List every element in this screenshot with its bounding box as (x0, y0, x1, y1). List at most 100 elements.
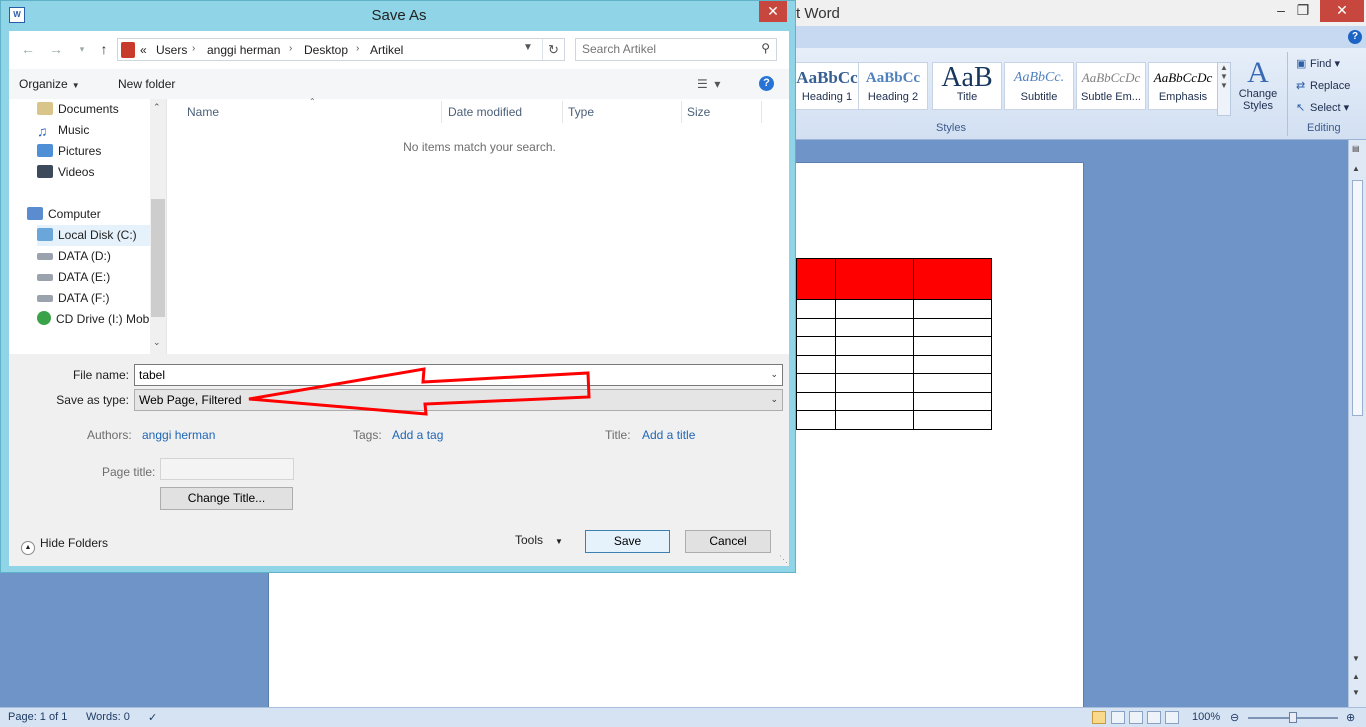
replace-button[interactable]: ⇄ Replace (1296, 79, 1350, 92)
web-layout-icon[interactable] (1129, 711, 1143, 724)
style-emphasis[interactable]: AaBbCcDc Emphasis (1148, 62, 1218, 110)
zoom-slider-thumb[interactable] (1289, 712, 1297, 723)
column-header-size[interactable]: Size (687, 105, 710, 119)
hide-folders-button[interactable]: ▲ Hide Folders (21, 536, 108, 555)
add-title-link[interactable]: Add a title (642, 428, 695, 442)
prev-page-icon[interactable]: ▲ (1352, 672, 1360, 681)
word-help-icon[interactable]: ? (1348, 30, 1362, 44)
up-arrow-icon[interactable]: ↑ (93, 40, 115, 60)
print-layout-icon[interactable] (1092, 711, 1106, 724)
word-count[interactable]: Words: 0 (86, 711, 130, 723)
save-type-select[interactable]: Web Page, Filtered ⌄ (134, 389, 783, 411)
forward-arrow-icon[interactable]: → (45, 40, 67, 60)
nav-item-cd-drive[interactable]: CD Drive (I:) Mob (37, 309, 163, 330)
nav-item-data-d[interactable]: DATA (D:) (37, 246, 163, 267)
chevron-right-icon[interactable]: › (356, 43, 359, 54)
navigation-pane: Documents ♫ Music Pictures Videos Compute… (9, 99, 166, 354)
breadcrumb-desktop[interactable]: Desktop (304, 43, 348, 57)
nav-item-music[interactable]: ♫ Music (37, 120, 163, 141)
save-button[interactable]: Save (585, 530, 670, 553)
tools-menu[interactable]: Tools ▼ (515, 533, 563, 547)
style-heading2[interactable]: AaBbCc Heading 2 (858, 62, 928, 110)
save-type-label: Save as type: (56, 393, 129, 407)
organize-menu[interactable]: Organize ▼ (19, 77, 80, 91)
column-divider[interactable] (761, 101, 762, 123)
organize-label: Organize (19, 77, 68, 91)
style-heading1[interactable]: AaBbCc Heading 1 (792, 62, 862, 110)
find-button[interactable]: ▣ Find ▾ (1296, 57, 1340, 70)
chevron-down-icon[interactable]: ▼ (523, 42, 533, 53)
zoom-out-icon[interactable]: ⊖ (1230, 711, 1239, 724)
word-close-button[interactable]: ✕ (1320, 0, 1364, 22)
nav-item-computer[interactable]: Computer (27, 204, 153, 225)
chevron-down-icon[interactable]: ⌄ (770, 369, 778, 380)
back-arrow-icon[interactable]: ← (17, 40, 39, 60)
new-folder-button[interactable]: New folder (118, 77, 175, 91)
dialog-close-button[interactable]: ✕ (759, 1, 787, 22)
draft-icon[interactable] (1165, 711, 1179, 724)
nav-item-data-e[interactable]: DATA (E:) (37, 267, 163, 288)
outline-icon[interactable] (1147, 711, 1161, 724)
search-box[interactable]: ⚲ (575, 38, 777, 61)
full-screen-reading-icon[interactable] (1111, 711, 1125, 724)
nav-item-local-disk[interactable]: Local Disk (C:) (37, 225, 163, 246)
chevron-up-icon: ▲ (21, 541, 35, 555)
help-icon[interactable]: ? (759, 76, 774, 91)
breadcrumb-users[interactable]: Users (156, 43, 187, 57)
style-subtitle[interactable]: AaBbCc. Subtitle (1004, 62, 1074, 110)
column-divider[interactable] (441, 101, 442, 123)
address-bar[interactable]: « Users › anggi herman › Desktop › Artik… (117, 38, 565, 61)
restore-icon[interactable]: ❐ (1288, 0, 1318, 22)
search-icon[interactable]: ⚲ (761, 41, 770, 55)
style-title[interactable]: AaB Title (932, 62, 1002, 110)
column-header-name[interactable]: Name (187, 105, 219, 119)
zoom-level[interactable]: 100% (1192, 711, 1220, 723)
chevron-right-icon[interactable]: › (289, 43, 292, 54)
recent-locations-icon[interactable]: ▾ (71, 40, 93, 60)
style-gallery-scroll[interactable]: ▲ ▼ ▼ (1217, 62, 1231, 116)
search-input[interactable] (582, 42, 752, 56)
breadcrumb-overflow[interactable]: « (140, 43, 147, 57)
change-view-icon[interactable]: ☰ ▾ (697, 77, 720, 91)
nav-item-documents[interactable]: Documents (37, 99, 163, 120)
cancel-button[interactable]: Cancel (685, 530, 771, 553)
scrollbar-thumb[interactable] (1352, 180, 1363, 416)
select-button[interactable]: ↖ Select ▾ (1296, 101, 1349, 114)
resize-grip-icon[interactable]: ⋱ (779, 554, 788, 565)
zoom-in-icon[interactable]: ⊕ (1346, 711, 1355, 724)
nav-item-data-f[interactable]: DATA (F:) (37, 288, 163, 309)
change-styles-button[interactable]: A Change Styles (1236, 58, 1280, 113)
scroll-down-icon[interactable]: ⌄ (153, 337, 161, 348)
nav-scroll-thumb[interactable] (151, 199, 165, 317)
chevron-down-icon[interactable]: ⌄ (770, 394, 778, 405)
file-name-combo[interactable]: ⌄ (134, 364, 783, 386)
refresh-icon[interactable]: ↻ (542, 39, 564, 60)
nav-item-pictures[interactable]: Pictures (37, 141, 163, 162)
breadcrumb-artikel[interactable]: Artikel (370, 43, 403, 57)
authors-value[interactable]: anggi herman (142, 428, 215, 442)
proofing-icon[interactable]: ✓ (148, 711, 157, 724)
ruler-toggle-icon[interactable]: ▤ (1352, 144, 1360, 153)
chevron-right-icon[interactable]: › (192, 43, 195, 54)
change-title-button[interactable]: Change Title... (160, 487, 293, 510)
column-header-date-modified[interactable]: Date modified (448, 105, 522, 119)
file-list[interactable]: ⌃ Name Date modified Type Size No items … (166, 97, 789, 354)
column-header-type[interactable]: Type (568, 105, 594, 119)
page-count[interactable]: Page: 1 of 1 (8, 711, 67, 723)
style-label: Heading 1 (801, 91, 853, 103)
scroll-down-icon[interactable]: ▼ (1352, 654, 1360, 663)
scroll-up-icon[interactable]: ▲ (1352, 164, 1360, 173)
next-page-icon[interactable]: ▼ (1352, 688, 1360, 697)
nav-pane-scrollbar[interactable]: ⌃ ⌄ (150, 99, 166, 354)
word-window-title: t Word (796, 5, 840, 22)
document-table[interactable] (796, 258, 992, 430)
add-tag-link[interactable]: Add a tag (392, 428, 443, 442)
nav-item-videos[interactable]: Videos (37, 162, 163, 183)
column-divider[interactable] (681, 101, 682, 123)
document-scrollbar[interactable]: ▤ ▲ ▼ ▲ ▼ (1348, 140, 1366, 707)
breadcrumb-user[interactable]: anggi herman (207, 43, 280, 57)
style-subtle-emphasis[interactable]: AaBbCcDc Subtle Em... (1076, 62, 1146, 110)
scroll-up-icon[interactable]: ⌃ (153, 102, 161, 113)
column-divider[interactable] (562, 101, 563, 123)
file-name-input[interactable] (139, 368, 759, 382)
